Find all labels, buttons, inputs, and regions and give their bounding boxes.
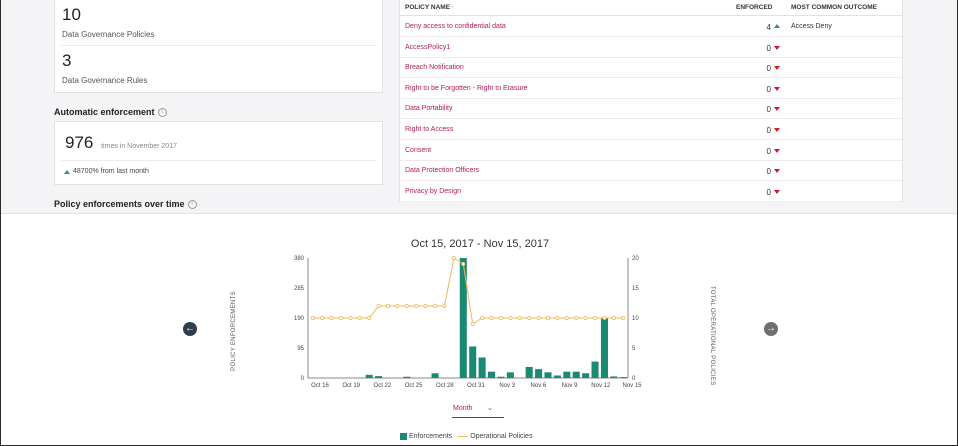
table-row[interactable]: Privacy by Design 0 xyxy=(400,181,902,202)
enforced-count: 0 xyxy=(766,105,771,115)
col-header-policy-name[interactable]: POLICY NAME↑ xyxy=(405,4,454,11)
sort-asc-icon: ↑ xyxy=(451,4,455,11)
trend-up-icon xyxy=(64,170,70,174)
table-row[interactable]: AccessPolicy1 0 xyxy=(400,37,902,58)
policy-name-link[interactable]: Right to Access xyxy=(405,126,453,133)
outcome-text: Access Deny xyxy=(791,23,832,30)
chart-legend: Enforcements Operational Policies xyxy=(400,433,532,440)
table-row[interactable]: Right to be Forgotten - Right to Erasure… xyxy=(400,78,902,99)
table-row[interactable]: Right to Access 0 xyxy=(400,119,902,140)
policy-name-link[interactable]: Data Portability xyxy=(405,105,452,112)
trend-down-icon xyxy=(774,169,780,174)
over-time-title: Policy enforcements over time i xyxy=(54,199,197,210)
table-row[interactable]: Breach Notification 0 xyxy=(400,57,902,79)
enforcement-count-caption: times in November 2017 xyxy=(101,143,177,150)
trend-down-icon xyxy=(774,189,780,194)
governance-stats-card: 10 Data Governance Policies 3 Data Gover… xyxy=(54,0,383,93)
table-row[interactable]: Consent 0 xyxy=(400,140,902,161)
legend-swatch-operational xyxy=(458,436,469,437)
legend-label-operational: Operational Policies xyxy=(470,433,533,440)
legend-label-enforcements: Enforcements xyxy=(409,433,453,440)
policies-label: Data Governance Policies xyxy=(62,30,155,39)
enforced-count: 0 xyxy=(766,146,771,156)
trend-down-icon xyxy=(774,66,780,71)
policy-name-link[interactable]: Privacy by Design xyxy=(405,188,461,195)
y-axis-title-right: TOTAL OPERATIONAL POLICIES xyxy=(709,286,715,386)
enforcement-divider xyxy=(61,160,377,161)
trend-up-icon xyxy=(774,24,780,28)
trend-down-icon xyxy=(774,86,780,91)
enforced-count: 0 xyxy=(766,187,771,197)
auto-enforcement-title: Automatic enforcement i xyxy=(54,107,167,118)
trend-down-icon xyxy=(774,107,780,112)
table-header: POLICY NAME↑ ENFORCED MOST COMMON OUTCOM… xyxy=(400,0,902,16)
chevron-down-icon: ⌄ xyxy=(487,405,493,412)
enforcement-count-value: 976 xyxy=(65,133,94,152)
enforced-count: 0 xyxy=(766,64,771,74)
trend-down-icon xyxy=(774,45,780,50)
rules-label: Data Governance Rules xyxy=(62,76,148,85)
info-icon[interactable]: i xyxy=(187,200,197,210)
policy-table: POLICY NAME↑ ENFORCED MOST COMMON OUTCOM… xyxy=(399,0,903,202)
policy-name-link[interactable]: Data Protection Officers xyxy=(405,167,479,174)
table-row[interactable]: Data Portability 0 xyxy=(400,98,902,120)
auto-enforcement-card: 976 times in November 2017 48700% from l… xyxy=(54,121,383,185)
trend-down-icon xyxy=(774,128,780,132)
month-select[interactable]: Month ⌄ xyxy=(452,404,504,418)
policy-name-link[interactable]: Breach Notification xyxy=(405,64,464,71)
legend-swatch-enforcements xyxy=(400,433,407,440)
arrow-left-circle-icon[interactable]: ← xyxy=(183,322,197,336)
arrow-right-circle-icon[interactable]: → xyxy=(764,322,778,336)
policy-name-link[interactable]: Deny access to confidential data xyxy=(405,23,506,30)
enforced-count: 4 xyxy=(766,23,771,32)
rules-count: 3 xyxy=(62,51,72,70)
policy-name-link[interactable]: Right to be Forgotten - Right to Erasure xyxy=(405,85,528,92)
enforced-count: 0 xyxy=(766,43,771,53)
month-select-label: Month xyxy=(453,405,473,412)
col-header-outcome[interactable]: MOST COMMON OUTCOME xyxy=(791,4,877,11)
enforced-count: 0 xyxy=(766,167,771,177)
trend-down-icon xyxy=(774,148,780,153)
enforcement-count: 976 times in November 2017 xyxy=(65,133,177,153)
policy-name-link[interactable]: Consent xyxy=(405,147,431,154)
y-axis-title-left: POLICY ENFORCEMENTS xyxy=(231,291,237,371)
enforced-count: 0 xyxy=(766,84,771,94)
stats-divider xyxy=(61,45,377,46)
chart-title: Oct 15, 2017 - Nov 15, 2017 xyxy=(410,238,550,250)
auto-enforcement-title-text: Automatic enforcement xyxy=(54,107,155,117)
col-header-enforced[interactable]: ENFORCED xyxy=(736,4,772,11)
enforced-count: 0 xyxy=(766,126,771,135)
info-icon[interactable]: i xyxy=(157,108,167,118)
table-row[interactable]: Deny access to confidential data 4 Access … xyxy=(400,16,902,37)
policy-name-link[interactable]: AccessPolicy1 xyxy=(405,44,450,51)
table-row[interactable]: Data Protection Officers 0 xyxy=(400,160,902,182)
col-header-policy-name-label: POLICY NAME xyxy=(405,4,451,11)
enforcement-change: 48700% from last month xyxy=(73,168,149,175)
over-time-title-text: Policy enforcements over time xyxy=(54,199,185,209)
policies-count: 10 xyxy=(62,5,81,24)
